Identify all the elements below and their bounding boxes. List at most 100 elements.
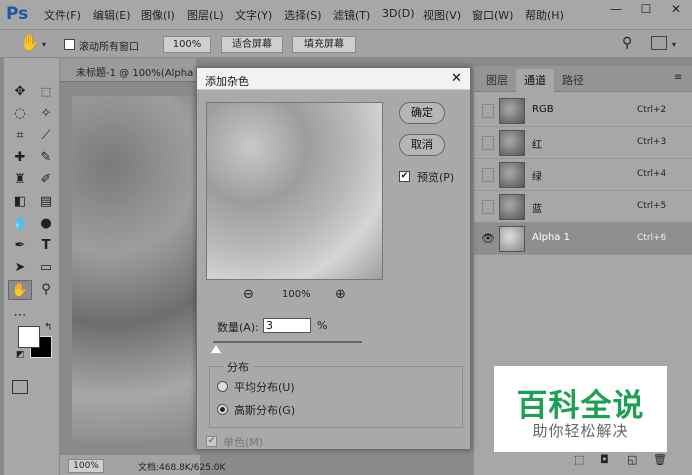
zoom-tool-icon[interactable]: ⚲	[36, 280, 56, 300]
dodge-tool-icon[interactable]: ●	[36, 214, 56, 234]
foreground-color-swatch[interactable]	[18, 326, 40, 348]
menu-bar: Ps 文件(F) 编辑(E) 图像(I) 图层(L) 文字(Y) 选择(S) 滤…	[0, 0, 692, 30]
workspace-icon[interactable]	[651, 36, 667, 50]
more-tools-icon[interactable]: ⋯	[10, 306, 30, 326]
channel-thumbnail	[499, 98, 525, 124]
move-tool-icon[interactable]: ✥	[10, 82, 30, 102]
menu-layer[interactable]: 图层(L)	[187, 7, 224, 23]
blur-tool-icon[interactable]: 💧	[10, 214, 30, 234]
new-channel-icon[interactable]: ◱	[627, 453, 637, 466]
visibility-toggle[interactable]	[482, 200, 494, 214]
channel-name: 红	[532, 140, 542, 151]
monochromatic-label: 单色(M)	[223, 436, 264, 449]
channel-row-blue[interactable]: 蓝 Ctrl+5	[474, 191, 692, 223]
tab-paths[interactable]: 路径	[554, 69, 592, 92]
amount-slider[interactable]	[213, 341, 362, 343]
trash-icon[interactable]: 🗑	[653, 453, 667, 466]
tab-layers[interactable]: 图层	[478, 69, 516, 92]
eraser-tool-icon[interactable]: ◧	[10, 192, 30, 212]
dialog-title: 添加杂色	[205, 75, 249, 88]
channel-row-alpha[interactable]: 👁 Alpha 1 Ctrl+6	[474, 223, 692, 255]
options-bar: ✋ ▾ 滚动所有窗口 100% 适合屏幕 填充屏幕 ⚲ ▾	[0, 30, 692, 58]
channel-thumbnail	[499, 162, 525, 188]
cancel-button[interactable]: 取消	[399, 134, 445, 156]
healing-brush-icon[interactable]: ✚	[10, 148, 30, 168]
preview-label: 预览(P)	[417, 171, 455, 184]
magic-wand-icon[interactable]: ✧	[36, 104, 56, 124]
visibility-toggle[interactable]	[482, 168, 494, 182]
zoom-readout[interactable]: 100%	[68, 459, 104, 473]
document-title: 未标题-1 @ 100%(Alpha	[76, 68, 194, 79]
gaussian-radio[interactable]	[217, 404, 228, 415]
menu-image[interactable]: 图像(I)	[141, 7, 175, 23]
photoshop-logo: Ps	[6, 4, 29, 24]
chevron-down-icon[interactable]: ▾	[42, 40, 46, 49]
quick-mask-icon[interactable]	[12, 380, 28, 394]
stamp-tool-icon[interactable]: ♜	[10, 170, 30, 190]
pen-tool-icon[interactable]: ✒	[10, 236, 30, 256]
zoom-in-icon[interactable]: ⊕	[335, 287, 346, 302]
noise-preview[interactable]	[206, 102, 383, 280]
load-selection-icon[interactable]: ⬚	[574, 453, 584, 466]
channel-row-rgb[interactable]: RGB Ctrl+2	[474, 95, 692, 127]
menu-edit[interactable]: 编辑(E)	[93, 7, 131, 23]
eyedropper-icon[interactable]: ⟋	[36, 126, 56, 146]
lasso-tool-icon[interactable]: ◌	[10, 104, 30, 124]
brush-tool-icon[interactable]: ✎	[36, 148, 56, 168]
close-icon[interactable]: ✕	[451, 71, 462, 86]
channel-row-green[interactable]: 绿 Ctrl+4	[474, 159, 692, 191]
default-colors-icon[interactable]: ◩	[16, 350, 25, 360]
menu-view[interactable]: 视图(V)	[423, 7, 461, 23]
swap-colors-icon[interactable]: ↰	[44, 322, 52, 333]
zoom-100-button[interactable]: 100%	[163, 36, 211, 53]
amount-input[interactable]: 3	[263, 318, 311, 333]
tab-channels[interactable]: 通道	[516, 69, 554, 92]
watermark-subtitle: 助你轻松解决	[532, 422, 629, 440]
menu-file[interactable]: 文件(F)	[44, 7, 81, 23]
panel-menu-icon[interactable]: ≡	[674, 72, 682, 83]
preview-checkbox[interactable]: ✔	[399, 171, 410, 182]
ok-button[interactable]: 确定	[399, 102, 445, 124]
menu-select[interactable]: 选择(S)	[284, 7, 322, 23]
channel-name: 蓝	[532, 204, 542, 215]
toolbox: ✥ ⬚ ◌ ✧ ⌗ ⟋ ✚ ✎ ♜ ✐ ◧ ▤ 💧 ● ✒ T ➤ ▭ ✋ ⚲ …	[4, 58, 60, 475]
rectangle-tool-icon[interactable]: ▭	[36, 258, 56, 278]
document-tab[interactable]: 未标题-1 @ 100%(Alpha	[60, 58, 196, 82]
scroll-all-checkbox[interactable]	[64, 39, 75, 50]
visibility-toggle[interactable]	[482, 104, 494, 118]
menu-filter[interactable]: 滤镜(T)	[333, 7, 370, 23]
save-selection-icon[interactable]: ◘	[600, 453, 609, 466]
path-select-icon[interactable]: ➤	[10, 258, 30, 278]
uniform-radio[interactable]	[217, 381, 228, 392]
minimize-button[interactable]: —	[601, 0, 631, 18]
search-icon[interactable]: ⚲	[622, 35, 632, 51]
workspace-chevron-icon[interactable]: ▾	[672, 40, 676, 49]
slider-thumb[interactable]	[211, 345, 221, 353]
dialog-titlebar: 添加杂色 ✕	[197, 68, 470, 90]
channel-shortcut: Ctrl+2	[637, 105, 667, 115]
hand-tool-icon[interactable]: ✋	[20, 33, 40, 52]
channel-row-red[interactable]: 红 Ctrl+3	[474, 127, 692, 159]
visibility-toggle[interactable]	[482, 136, 494, 150]
marquee-tool-icon[interactable]: ⬚	[36, 82, 56, 102]
menu-window[interactable]: 窗口(W)	[472, 7, 513, 23]
fill-screen-button[interactable]: 填充屏幕	[292, 36, 356, 53]
maximize-button[interactable]: ☐	[631, 0, 661, 18]
eye-icon[interactable]: 👁	[481, 232, 495, 245]
monochromatic-checkbox[interactable]: ✔	[206, 436, 217, 447]
crop-tool-icon[interactable]: ⌗	[10, 126, 30, 146]
type-tool-icon[interactable]: T	[36, 236, 56, 256]
channel-thumbnail	[499, 226, 525, 252]
menu-3d[interactable]: 3D(D)	[382, 7, 415, 20]
status-bar: 100% 文档:468.8K/625.0K	[60, 455, 225, 475]
history-brush-icon[interactable]: ✐	[36, 170, 56, 190]
close-window-button[interactable]: ✕	[661, 0, 691, 18]
zoom-out-icon[interactable]: ⊖	[243, 287, 254, 302]
gradient-tool-icon[interactable]: ▤	[36, 192, 56, 212]
document-canvas[interactable]	[72, 96, 197, 441]
menu-help[interactable]: 帮助(H)	[525, 7, 564, 23]
menu-type[interactable]: 文字(Y)	[235, 7, 272, 23]
hand-tool-active-icon[interactable]: ✋	[8, 280, 32, 300]
amount-label: 数量(A):	[217, 321, 259, 334]
fit-screen-button[interactable]: 适合屏幕	[221, 36, 283, 53]
